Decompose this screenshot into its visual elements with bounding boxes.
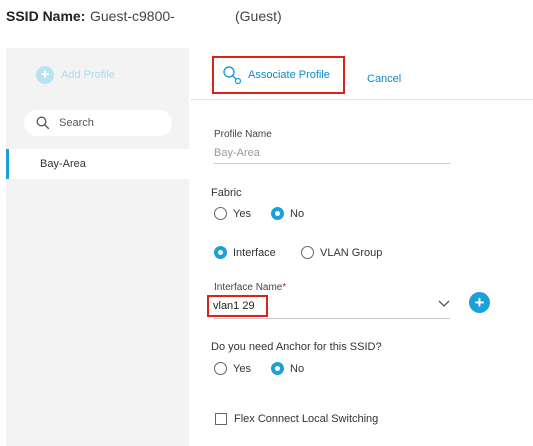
vlan-group-radio[interactable]: VLAN Group — [301, 246, 382, 259]
radio-selected-icon — [271, 207, 284, 220]
plus-circle-icon: + — [36, 66, 54, 84]
field-underline — [214, 163, 450, 164]
add-profile-button[interactable]: + Add Profile — [36, 66, 115, 84]
magnifier-link-icon — [223, 66, 242, 85]
anchor-yes-radio[interactable]: Yes — [214, 362, 251, 375]
sidebar-item-bay-area[interactable]: Bay-Area — [6, 149, 189, 179]
add-interface-button[interactable]: + — [469, 292, 490, 313]
profile-sidebar: + Add Profile Search Bay-Area — [6, 48, 189, 446]
checkbox-unchecked-icon — [215, 413, 227, 425]
flex-connect-checkbox[interactable]: Flex Connect Local Switching — [215, 413, 378, 425]
radio-selected-icon — [271, 362, 284, 375]
flex-connect-label: Flex Connect Local Switching — [234, 413, 379, 425]
fabric-no-label: No — [290, 207, 305, 220]
search-icon — [36, 116, 50, 130]
divider — [190, 99, 533, 100]
fabric-yes-radio[interactable]: Yes — [214, 207, 251, 220]
associate-profile-label: Associate Profile — [248, 69, 330, 81]
ssid-name-value: Guest-c9800- — [90, 8, 175, 24]
fabric-yes-label: Yes — [233, 207, 251, 220]
chevron-down-icon[interactable] — [437, 296, 451, 310]
add-profile-label: Add Profile — [61, 69, 115, 81]
search-placeholder: Search — [59, 117, 94, 129]
field-underline — [214, 318, 450, 319]
interface-name-label: Interface Name* — [214, 282, 286, 293]
interface-option-label: Interface — [233, 246, 276, 259]
anchor-yes-label: Yes — [233, 362, 251, 375]
interface-name-label-text: Interface Name — [214, 282, 283, 293]
anchor-question-label: Do you need Anchor for this SSID? — [211, 341, 382, 353]
profile-name-field: Bay-Area — [214, 147, 260, 159]
radio-unselected-icon — [214, 362, 227, 375]
anchor-no-label: No — [290, 362, 305, 375]
profile-name-label: Profile Name — [214, 129, 272, 140]
fabric-label: Fabric — [211, 187, 242, 199]
interface-radio[interactable]: Interface — [214, 246, 276, 259]
ssid-type: (Guest) — [235, 8, 282, 24]
profile-search-input[interactable]: Search — [24, 110, 172, 136]
ssid-name-label: SSID Name: — [6, 8, 86, 24]
associate-profile-button[interactable]: Associate Profile — [212, 56, 345, 94]
radio-unselected-icon — [214, 207, 227, 220]
required-marker: * — [282, 282, 287, 293]
vlan-group-option-label: VLAN Group — [320, 246, 383, 259]
cancel-link[interactable]: Cancel — [367, 73, 401, 85]
fabric-no-radio[interactable]: No — [271, 207, 304, 220]
radio-unselected-icon — [301, 246, 314, 259]
anchor-no-radio[interactable]: No — [271, 362, 304, 375]
radio-selected-icon — [214, 246, 227, 259]
interface-name-select[interactable]: vlan1 29 — [207, 295, 268, 317]
